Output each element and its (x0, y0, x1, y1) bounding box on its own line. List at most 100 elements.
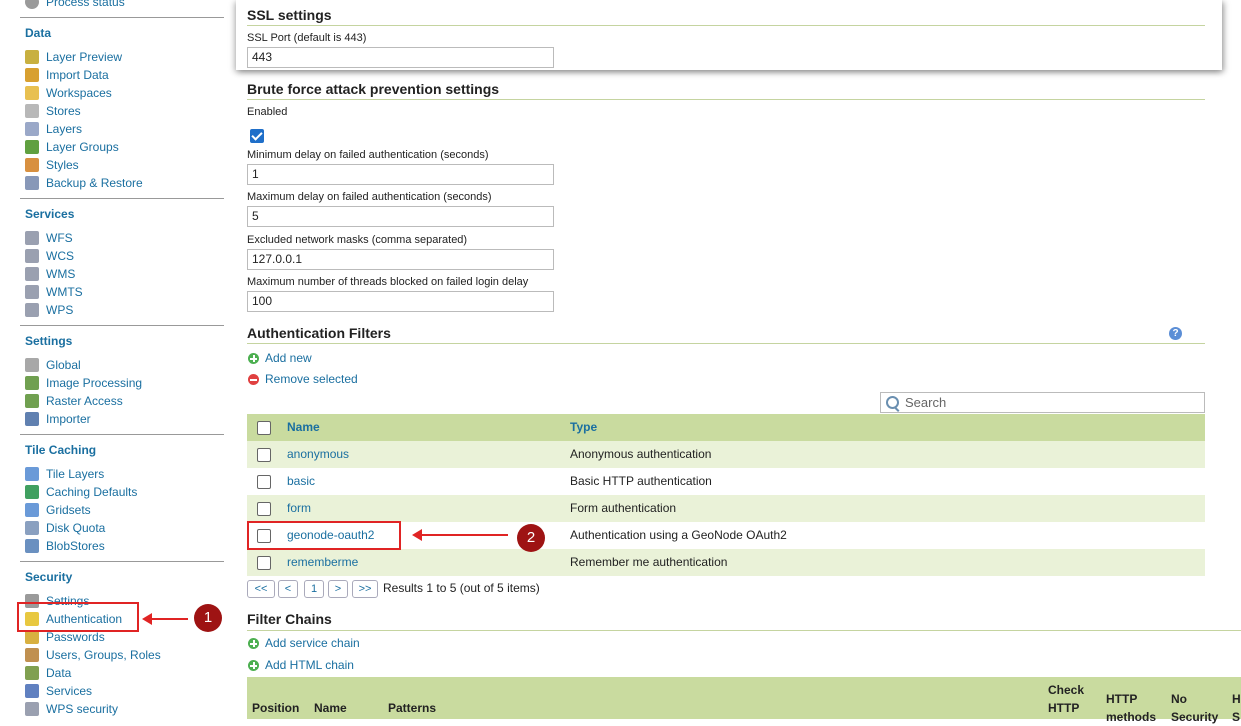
import-icon (25, 68, 39, 82)
sidebar-item-importer[interactable]: Importer (25, 411, 91, 427)
gear-icon (25, 0, 39, 9)
sidebar-item-tile-layers[interactable]: Tile Layers (25, 466, 104, 482)
step-badge-2: 2 (517, 524, 545, 552)
divider (247, 25, 1205, 26)
sidebar-item-layers[interactable]: Layers (25, 121, 82, 137)
sidebar-item-process-status[interactable]: Process status (25, 0, 125, 10)
pager-page-button[interactable]: 1 (304, 580, 324, 598)
add-icon (248, 660, 259, 671)
enabled-checkbox[interactable] (250, 129, 264, 143)
divider (20, 561, 224, 562)
max-threads-label: Maximum number of threads blocked on fai… (247, 276, 529, 288)
add-new-filter-button[interactable]: Add new (248, 351, 312, 365)
brute-force-heading: Brute force attack prevention settings (247, 81, 500, 97)
min-delay-label: Minimum delay on failed authentication (… (247, 149, 489, 161)
row-checkbox[interactable] (257, 475, 271, 489)
row-checkbox[interactable] (257, 556, 271, 570)
sidebar-item-disk-quota[interactable]: Disk Quota (25, 520, 105, 536)
service-icon (25, 249, 39, 263)
sidebar-item-image-processing[interactable]: Image Processing (25, 375, 142, 391)
column-check-http-header[interactable]: Check HTTP (1048, 681, 1088, 717)
divider (247, 99, 1205, 100)
sidebar-item-layer-groups[interactable]: Layer Groups (25, 139, 119, 155)
arrow-annotation-1 (142, 613, 188, 625)
filter-type: Form authentication (570, 501, 677, 515)
filter-name-link[interactable]: form (287, 495, 311, 522)
sidebar-item-wmts[interactable]: WMTS (25, 284, 83, 300)
palette-icon (25, 158, 39, 172)
add-service-chain-button[interactable]: Add service chain (248, 636, 360, 650)
table-row: anonymous Anonymous authentication (247, 441, 1205, 468)
service-icon (25, 303, 39, 317)
column-type-header[interactable]: Type (570, 414, 597, 441)
column-no-security-header[interactable]: No Security (1171, 690, 1221, 726)
sidebar-item-wcs[interactable]: WCS (25, 248, 74, 264)
column-name-header[interactable]: Name (287, 414, 320, 441)
max-delay-input[interactable]: 5 (247, 206, 554, 227)
backup-icon (25, 176, 39, 190)
help-icon[interactable]: ? (1169, 327, 1182, 340)
pager-summary: Results 1 to 5 (out of 5 items) (383, 581, 540, 595)
max-delay-label: Maximum delay on failed authentication (… (247, 191, 492, 203)
search-input[interactable]: Search (880, 392, 1205, 413)
server-icon (25, 358, 39, 372)
row-checkbox[interactable] (257, 448, 271, 462)
sidebar-item-stores[interactable]: Stores (25, 103, 81, 119)
filter-name-link[interactable]: basic (287, 468, 315, 495)
select-all-checkbox[interactable] (257, 421, 271, 435)
grid-icon (25, 467, 39, 481)
column-position-header[interactable]: Position (252, 699, 299, 717)
sidebar-section-security: Security (25, 570, 73, 584)
remove-selected-button[interactable]: Remove selected (248, 372, 358, 386)
sidebar-item-styles[interactable]: Styles (25, 157, 79, 173)
sidebar-item-backup-restore[interactable]: Backup & Restore (25, 175, 143, 191)
sidebar-item-caching-defaults[interactable]: Caching Defaults (25, 484, 137, 500)
column-http-methods-header[interactable]: HTTP methods (1106, 690, 1160, 726)
pager-last-button[interactable]: >> (352, 580, 378, 598)
sidebar-item-users-groups-roles[interactable]: Users, Groups, Roles (25, 647, 161, 663)
table-row: form Form authentication (247, 495, 1205, 522)
sidebar-item-blobstores[interactable]: BlobStores (25, 538, 105, 554)
network-masks-input[interactable]: 127.0.0.1 (247, 249, 554, 270)
service-icon (25, 231, 39, 245)
ssl-port-input[interactable]: 443 (247, 47, 554, 68)
column-h-header[interactable]: H S (1232, 690, 1241, 726)
service-icon (25, 285, 39, 299)
add-icon (248, 638, 259, 649)
sidebar-item-wps[interactable]: WPS (25, 302, 73, 318)
sidebar-item-wfs[interactable]: WFS (25, 230, 73, 246)
sidebar-item-import-data[interactable]: Import Data (25, 67, 109, 83)
pager-next-button[interactable]: > (328, 580, 348, 598)
folder-icon (25, 86, 39, 100)
divider (20, 434, 224, 435)
network-masks-label: Excluded network masks (comma separated) (247, 234, 468, 246)
importer-icon (25, 412, 39, 426)
pager-prev-button[interactable]: < (278, 580, 298, 598)
sidebar-item-wms[interactable]: WMS (25, 266, 75, 282)
services-security-icon (25, 684, 39, 698)
sidebar-item-layer-preview[interactable]: Layer Preview (25, 49, 122, 65)
sidebar-item-data[interactable]: Data (25, 665, 71, 681)
sidebar-item-gridsets[interactable]: Gridsets (25, 502, 91, 518)
add-html-chain-button[interactable]: Add HTML chain (248, 658, 354, 672)
sidebar-item-wps-security[interactable]: WPS security (25, 701, 118, 717)
filter-type: Authentication using a GeoNode OAuth2 (570, 528, 787, 542)
max-threads-input[interactable]: 100 (247, 291, 554, 312)
sidebar-item-raster-access[interactable]: Raster Access (25, 393, 123, 409)
sidebar-item-global[interactable]: Global (25, 357, 81, 373)
sidebar-section-tile-caching: Tile Caching (25, 443, 97, 457)
row-checkbox[interactable] (257, 502, 271, 516)
filter-name-link[interactable]: rememberme (287, 549, 358, 576)
min-delay-input[interactable]: 1 (247, 164, 554, 185)
sidebar-item-workspaces[interactable]: Workspaces (25, 85, 112, 101)
column-name-header[interactable]: Name (314, 699, 347, 717)
column-patterns-header[interactable]: Patterns (388, 699, 436, 717)
filter-name-link[interactable]: anonymous (287, 441, 349, 468)
search-icon (886, 396, 899, 409)
pager-first-button[interactable]: << (247, 580, 275, 598)
sidebar-item-services[interactable]: Services (25, 683, 92, 699)
sidebar-section-services: Services (25, 207, 75, 221)
divider (20, 17, 224, 18)
filter-chains-heading: Filter Chains (247, 611, 332, 627)
divider (20, 198, 224, 199)
